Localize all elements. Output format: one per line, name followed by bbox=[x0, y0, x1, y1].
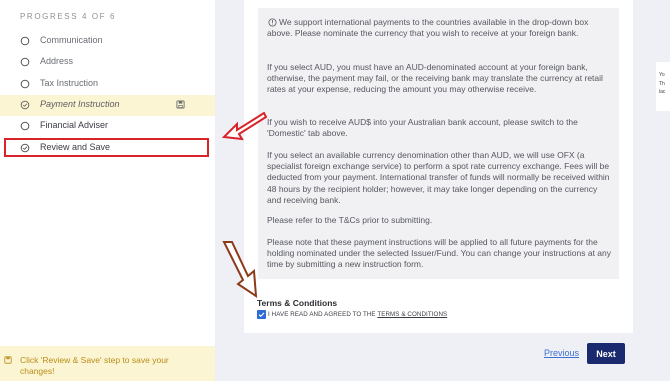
terms-title: Terms & Conditions bbox=[257, 298, 338, 308]
terms-agree-text: I HAVE READ AND AGREED TO THE bbox=[268, 311, 376, 318]
save-icon[interactable] bbox=[176, 100, 185, 109]
info-paragraph: Please refer to the T&Cs prior to submit… bbox=[267, 215, 433, 225]
step-label: Financial Adviser bbox=[40, 120, 109, 130]
check-circle-icon bbox=[20, 100, 30, 110]
save-reminder-banner: Click 'Review & Save' step to save your … bbox=[0, 346, 215, 381]
step-label: Tax Instruction bbox=[40, 78, 99, 88]
save-icon bbox=[4, 356, 12, 364]
sidebar-step-address[interactable]: Address bbox=[0, 52, 215, 73]
circle-icon bbox=[20, 36, 30, 46]
annotation-arrow-down bbox=[222, 241, 258, 298]
info-paragraph: Please note that these payment instructi… bbox=[267, 237, 612, 270]
sidebar-step-tax-instruction[interactable]: Tax Instruction bbox=[0, 74, 215, 95]
circle-icon bbox=[20, 121, 30, 131]
progress-label: PROGRESS 4 OF 6 bbox=[20, 12, 117, 21]
sidebar-step-payment-instruction[interactable]: Payment Instruction bbox=[0, 95, 215, 116]
info-paragraph: We support international payments to the… bbox=[267, 17, 589, 39]
info-paragraph: If you select AUD, you must have an AUD-… bbox=[267, 62, 603, 95]
step-label: Address bbox=[40, 56, 74, 66]
circle-icon bbox=[20, 79, 30, 89]
step-label: Communication bbox=[40, 35, 103, 45]
side-panel-text: Yo Th lac bbox=[659, 72, 666, 95]
terms-link[interactable]: TERMS & CONDITIONS bbox=[377, 311, 447, 318]
sidebar-step-communication[interactable]: Communication bbox=[0, 31, 215, 52]
save-reminder-text: Click 'Review & Save' step to save your … bbox=[20, 355, 169, 376]
step-label: Payment Instruction bbox=[40, 99, 120, 109]
annotation-highlight-box bbox=[4, 138, 209, 157]
annotation-arrow-left bbox=[221, 112, 268, 141]
circle-icon bbox=[20, 57, 30, 67]
checkmark-icon bbox=[258, 312, 265, 318]
side-panel-partial: Yo Th lac bbox=[656, 62, 670, 111]
terms-checkbox-label[interactable]: I HAVE READ AND AGREED TO THE TERMS & CO… bbox=[268, 311, 447, 318]
sidebar-step-financial-adviser[interactable]: Financial Adviser bbox=[0, 116, 215, 137]
next-button[interactable]: Next bbox=[587, 343, 625, 364]
previous-link[interactable]: Previous bbox=[544, 348, 579, 358]
progress-sidebar: PROGRESS 4 OF 6 Communication Address Ta… bbox=[0, 0, 215, 381]
info-paragraph: If you select an available currency deno… bbox=[267, 150, 610, 205]
terms-checkbox[interactable] bbox=[257, 310, 266, 319]
info-paragraph: If you wish to receive AUD$ into your Au… bbox=[267, 117, 578, 139]
